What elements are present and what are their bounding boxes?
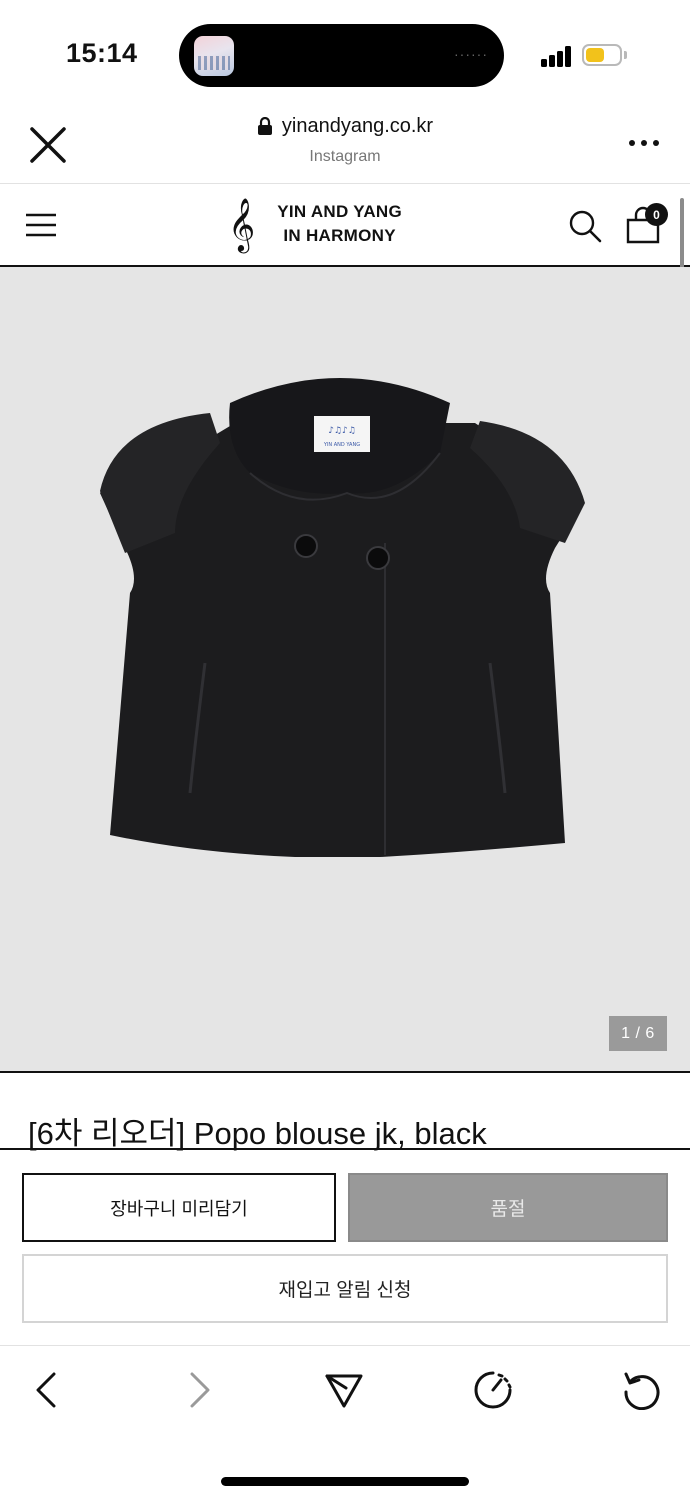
image-counter: 1 / 6 bbox=[609, 1016, 667, 1051]
lock-icon bbox=[257, 116, 272, 135]
address-display[interactable]: yinandyang.co.kr Instagram bbox=[170, 115, 520, 166]
svg-text:♪♫♪♫: ♪♫♪♫ bbox=[328, 426, 356, 436]
svg-text:YIN AND YANG: YIN AND YANG bbox=[323, 442, 360, 448]
search-icon[interactable] bbox=[568, 209, 602, 243]
divider bbox=[0, 1148, 690, 1150]
product-photo-jacket[interactable]: ♪♫♪♫ YIN AND YANG bbox=[95, 363, 590, 863]
in-app-browser-bar: yinandyang.co.kr Instagram bbox=[0, 105, 690, 184]
sold-out-button[interactable]: 품절 bbox=[348, 1173, 668, 1242]
logo-line-2: IN HARMONY bbox=[283, 226, 396, 245]
close-icon[interactable] bbox=[26, 123, 70, 167]
more-icon[interactable] bbox=[628, 133, 660, 153]
battery-level bbox=[586, 48, 604, 62]
source-app-label: Instagram bbox=[309, 147, 381, 165]
treble-clef-icon: 𝄞 bbox=[228, 197, 256, 251]
cellular-signal-icon bbox=[541, 45, 573, 67]
restock-alert-button[interactable]: 재입고 알림 신청 bbox=[22, 1254, 668, 1323]
product-image-gallery[interactable]: ♪♫♪♫ YIN AND YANG bbox=[0, 267, 690, 1073]
logo-text: YIN AND YANG IN HARMONY bbox=[277, 200, 402, 248]
now-playing-thumbnail[interactable] bbox=[194, 36, 234, 76]
home-indicator[interactable] bbox=[221, 1477, 469, 1486]
dynamic-island[interactable]: ······ bbox=[179, 24, 504, 87]
status-bar: 15:14 ······ bbox=[0, 0, 690, 105]
site-logo[interactable]: 𝄞 YIN AND YANG IN HARMONY bbox=[228, 200, 402, 248]
island-dots: ······ bbox=[454, 46, 488, 62]
menu-icon[interactable] bbox=[26, 212, 56, 238]
logo-line-1: YIN AND YANG bbox=[277, 202, 403, 221]
battery-icon bbox=[582, 44, 622, 66]
back-icon[interactable] bbox=[28, 1370, 68, 1410]
site-header: 𝄞 YIN AND YANG IN HARMONY bbox=[0, 184, 690, 267]
speed-icon[interactable] bbox=[473, 1370, 513, 1410]
add-to-cart-button[interactable]: 장바구니 미리담기 bbox=[22, 1173, 336, 1242]
cart-count-badge: 0 bbox=[645, 203, 668, 226]
status-time: 15:14 bbox=[66, 38, 138, 68]
reload-icon[interactable] bbox=[622, 1370, 662, 1410]
share-icon[interactable] bbox=[324, 1370, 364, 1410]
url-text: yinandyang.co.kr bbox=[281, 115, 434, 137]
forward-icon[interactable] bbox=[178, 1370, 218, 1410]
product-title: [6차 리오더] Popo blouse jk, black bbox=[28, 1116, 487, 1151]
battery-cap bbox=[624, 51, 627, 59]
